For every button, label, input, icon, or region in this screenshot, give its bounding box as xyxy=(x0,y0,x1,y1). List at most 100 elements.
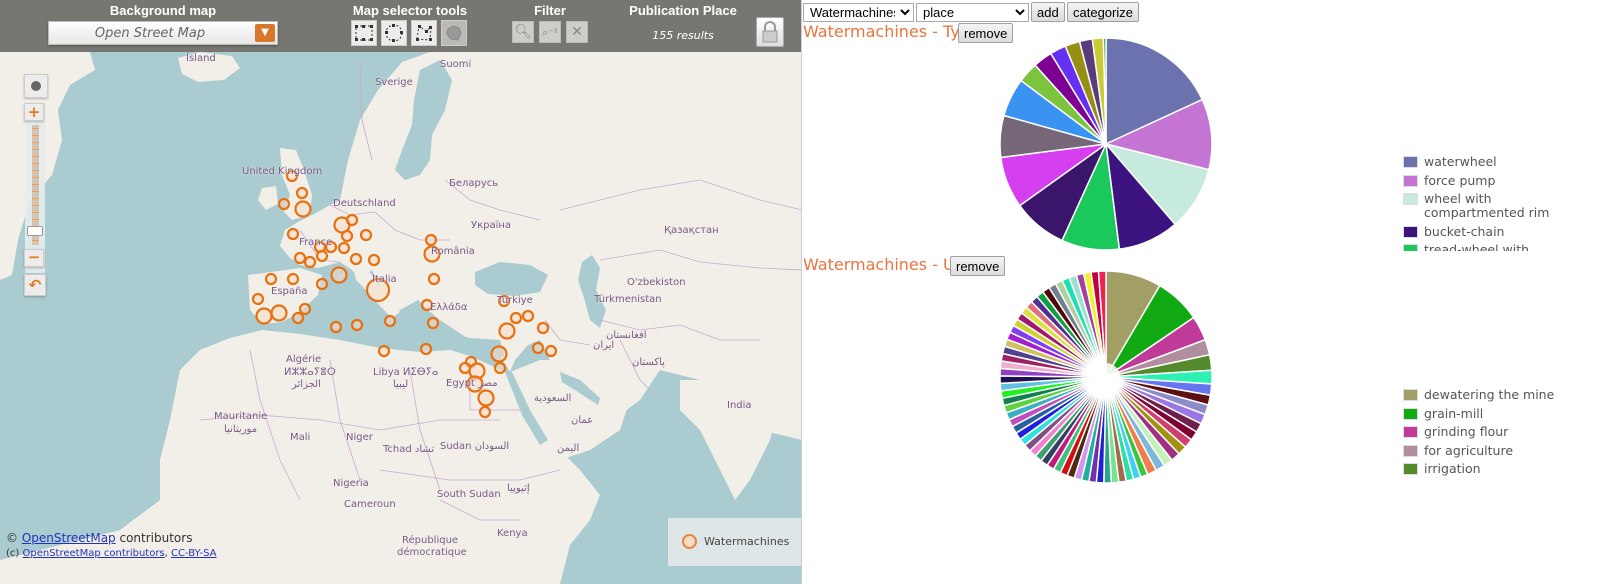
zoom-in-button[interactable]: + xyxy=(24,103,44,121)
watermachine-marker[interactable] xyxy=(295,186,309,200)
lock-button[interactable] xyxy=(756,17,784,47)
watermachine-marker[interactable] xyxy=(490,345,508,363)
watermachine-marker[interactable] xyxy=(330,266,348,284)
watermachine-marker[interactable] xyxy=(427,272,441,286)
map-place-label: عمان xyxy=(571,415,594,426)
cc-by-sa-link[interactable]: CC-BY-SA xyxy=(171,548,216,559)
attribution-prefix: © xyxy=(6,531,22,545)
publication-place-title: Publication Place xyxy=(629,3,737,18)
watermachine-marker[interactable] xyxy=(286,227,300,241)
watermachine-marker[interactable] xyxy=(493,361,507,375)
chevron-down-icon[interactable]: ▼ xyxy=(255,24,275,42)
legend-item[interactable]: irrigation xyxy=(1403,462,1563,476)
watermachine-marker[interactable] xyxy=(521,309,535,323)
watermachine-marker[interactable] xyxy=(251,292,265,306)
legend-item[interactable]: dewatering the mine xyxy=(1403,388,1563,402)
watermachine-marker[interactable] xyxy=(293,251,307,265)
openstreetmap-link[interactable]: OpenStreetMap xyxy=(22,531,116,545)
filter-zoom-out-button[interactable]: ⌕⁻¹ xyxy=(539,21,561,43)
circle-select-tool[interactable] xyxy=(381,20,407,46)
watermachine-marker[interactable] xyxy=(286,272,300,286)
watermachine-marker[interactable] xyxy=(294,200,312,218)
map-place-label: Kenya xyxy=(497,528,528,539)
watermachine-marker[interactable] xyxy=(340,229,354,243)
legend-item[interactable]: grinding flour xyxy=(1403,425,1563,439)
map-place-label: démocratique xyxy=(397,547,467,558)
watermachine-marker[interactable] xyxy=(337,241,351,255)
map-place-label: إثيوپيا xyxy=(507,483,530,494)
watermachine-marker[interactable] xyxy=(536,321,550,335)
map-place-label: ⵍⵣⵣⴰⵢⴻⵔ xyxy=(284,367,336,378)
watermachine-marker[interactable] xyxy=(315,249,329,263)
watermachine-marker[interactable] xyxy=(498,322,516,340)
filter-zoom-in-button[interactable]: 🔍︎ xyxy=(512,21,534,43)
watermachine-marker[interactable] xyxy=(478,405,492,419)
watermachine-marker[interactable] xyxy=(277,197,291,211)
legend-label: tread-wheel with ... xyxy=(1424,242,1545,252)
rectangle-select-icon xyxy=(355,25,373,41)
map-place-label: United Kingdom xyxy=(242,166,323,177)
map-place-label: پاکستان xyxy=(632,357,665,368)
legend-item[interactable]: wheel with compartmented rim xyxy=(1403,192,1563,220)
filter-clear-button[interactable]: ✕ xyxy=(566,21,588,43)
map-selector-tools-title: Map selector tools xyxy=(352,3,468,18)
background-map-title: Background map xyxy=(109,3,217,18)
watermachine-marker[interactable] xyxy=(315,277,329,291)
watermachine-marker[interactable] xyxy=(544,344,558,358)
watermachine-marker[interactable] xyxy=(345,213,359,227)
locate-button[interactable] xyxy=(24,74,48,98)
watermachine-marker[interactable] xyxy=(477,389,495,407)
legend-swatch xyxy=(1403,225,1418,238)
watermachine-marker[interactable] xyxy=(264,272,278,286)
legend-label: bucket-chain xyxy=(1424,223,1505,239)
watermachine-marker[interactable] xyxy=(349,252,363,266)
polygon-select-tool[interactable] xyxy=(411,20,437,46)
dataset-select[interactable]: Watermachines xyxy=(803,3,914,22)
legend-item[interactable]: force pump xyxy=(1403,173,1563,188)
legend-item[interactable]: bucket-chain xyxy=(1403,223,1563,239)
zoom-out-button[interactable]: − xyxy=(24,249,44,267)
attribution-osm: © OpenStreetMap contributors xyxy=(6,531,192,545)
zoom-handle[interactable] xyxy=(27,225,43,236)
legend-item[interactable]: grain-mill xyxy=(1403,406,1563,421)
background-map-select[interactable]: Open Street Map ▼ xyxy=(48,21,278,45)
watermachine-marker[interactable] xyxy=(350,318,364,332)
reset-view-button[interactable]: ↶ xyxy=(24,274,46,296)
watermachine-marker[interactable] xyxy=(303,255,317,269)
map-panel[interactable]: Ísland Suomi Sverige United Kingdom Беларусь… xyxy=(0,0,802,584)
legend-label: wheel with compartmented rim xyxy=(1424,191,1550,220)
pie-chart-type xyxy=(999,37,1213,251)
field-select[interactable]: place xyxy=(916,3,1029,22)
legend-swatch xyxy=(1403,244,1418,251)
watermachine-marker[interactable] xyxy=(531,341,545,355)
watermachine-marker[interactable] xyxy=(367,253,381,267)
legend-item[interactable]: tread-wheel with ... xyxy=(1403,243,1563,251)
watermachine-marker[interactable] xyxy=(426,316,440,330)
watermachine-marker[interactable] xyxy=(298,302,312,316)
map-place-label: Sudan السودان xyxy=(440,441,510,452)
map-place-label: ليبيا xyxy=(393,379,409,390)
watermachine-marker[interactable] xyxy=(329,320,343,334)
watermachine-marker[interactable] xyxy=(291,311,305,325)
watermachine-marker[interactable] xyxy=(509,311,523,325)
watermachine-marker[interactable] xyxy=(383,314,397,328)
map-place-label: Libya ⵍⵉⴱⵢⴰ xyxy=(373,367,439,378)
legend-item[interactable]: waterwheel xyxy=(1403,155,1563,169)
add-button[interactable]: add xyxy=(1031,2,1065,22)
watermachine-marker[interactable] xyxy=(419,342,433,356)
watermachine-marker[interactable] xyxy=(255,307,273,325)
rectangle-select-tool[interactable] xyxy=(351,20,377,46)
watermachine-marker[interactable] xyxy=(270,304,288,322)
watermachine-marker[interactable] xyxy=(424,233,438,247)
legend-item[interactable]: for agriculture xyxy=(1403,443,1563,458)
watermachine-marker[interactable] xyxy=(359,228,373,242)
map-place-label: République xyxy=(402,535,459,546)
watermachine-marker[interactable] xyxy=(377,344,391,358)
legend-swatch xyxy=(1403,193,1418,205)
region-select-tool[interactable] xyxy=(441,20,467,46)
categorize-button[interactable]: categorize xyxy=(1067,2,1139,22)
magnifier-icon: 🔍︎ xyxy=(514,24,532,40)
map-place-label: افغانستان xyxy=(606,330,647,341)
zoom-slider[interactable]: + − xyxy=(24,103,45,273)
osm-contributors-link[interactable]: OpenStreetMap contributors xyxy=(22,548,164,559)
